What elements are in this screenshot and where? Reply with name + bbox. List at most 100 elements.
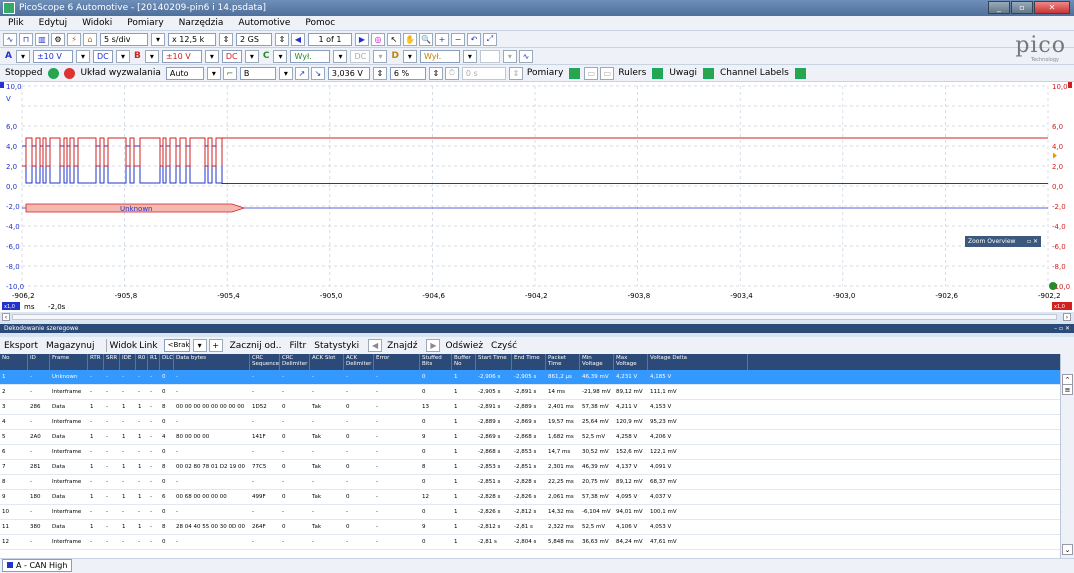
zoom-overview-close-icon[interactable]: ▫ ✕ [1027,236,1038,247]
column-header[interactable]: RTR [88,354,104,370]
channel-c-range[interactable]: Wył. [290,49,331,63]
scroll-track[interactable] [12,314,1057,320]
zoom-in-icon[interactable]: + [435,32,449,46]
decoder-table[interactable]: No ID Frame RTR SRR IDE R0 R1 DLC Data bytes CRC S… [0,354,1060,558]
zoom-out-icon[interactable]: − [451,32,465,46]
decoder-panel-controls-icon[interactable]: – ▫ ✕ [1054,324,1070,333]
column-header[interactable]: End Time [512,354,546,370]
probe-icon[interactable]: ⚡ [67,32,81,46]
widok-button[interactable]: Widok [110,341,138,351]
channel-labels-icon[interactable] [794,67,806,79]
scroll-down-icon[interactable]: ⌄ [1062,544,1073,555]
znajdz-button[interactable]: Znajdź [387,341,417,351]
statystyki-button[interactable]: Statystyki [314,341,359,351]
collection-select[interactable]: 2 GS [236,32,272,46]
column-header[interactable]: Stuffed Bits [420,354,452,370]
scope-horizontal-scrollbar[interactable]: ‹ › [0,312,1074,322]
czysc-button[interactable]: Czyść [491,341,517,351]
column-header[interactable]: Voltage Delta [648,354,748,370]
channel-tab-can-high[interactable]: A - CAN High [2,559,73,572]
channel-c-range-dropdown[interactable]: ▾ [333,49,348,63]
table-row[interactable]: 12 - Interframe - - - - - 0 - - - - - - 0 1 -2,81 s -2,804… [0,535,1060,550]
zoom-tool-icon[interactable]: 🔍 [419,32,433,46]
column-header[interactable]: R0 [136,354,148,370]
settings-icon[interactable]: ⚙ [51,32,65,46]
scroll-left-icon[interactable]: ‹ [2,313,10,321]
scope-graph[interactable]: 10,0 V 6,0 4,0 2,0 0,0 -2,0 -4,0 -6,0 -8,0 -10,0 10… [0,82,1074,312]
magazynuj-button[interactable]: Magazynuj [46,341,94,351]
channel-d-options-icon[interactable]: ▾ [402,49,417,63]
column-header[interactable]: SRR [104,354,120,370]
uwagi-label[interactable]: Uwagi [669,68,697,78]
timebase-dropdown-icon[interactable]: ▾ [151,32,165,46]
filtr-button[interactable]: Filtr [289,341,306,351]
stop-icon[interactable] [64,67,76,79]
math-channel-icon[interactable]: ∿ [518,49,533,63]
column-header[interactable]: Max Voltage [614,354,648,370]
table-row[interactable]: 8 - Interframe - - - - - 0 - - - - - - 0 1 -2,851 s -2,828… [0,475,1060,490]
start-icon[interactable] [48,67,60,79]
collection-stepper[interactable]: ⇕ [275,32,289,46]
zacznij-od-button[interactable]: Zacznij od.. [230,341,282,351]
scroll-thumb[interactable]: ≡ [1062,384,1073,395]
find-previous-icon[interactable]: ◀ [368,339,383,352]
menu-narzedzia[interactable]: Narzędzia [179,18,224,28]
column-header[interactable]: Buffer No [452,354,476,370]
rulers-icon[interactable] [652,67,664,79]
minimize-button[interactable]: _ [988,1,1010,14]
menu-plik[interactable]: Plik [8,18,24,28]
channel-b-coupling[interactable]: DC [221,49,242,63]
menu-edytuj[interactable]: Edytuj [39,18,67,28]
channel-a-coupling[interactable]: DC [92,49,113,63]
table-row[interactable]: 4 - Interframe - - - - - 0 - - - - - - 0 1 -2,889 s -2,869… [0,415,1060,430]
channel-d-range-dropdown[interactable]: ▾ [462,49,477,63]
column-header[interactable]: DLC [160,354,174,370]
channel-a-options-icon[interactable]: ▾ [15,49,30,63]
table-row[interactable]: 2 - Interframe - - - - - 0 - - - - - - 0 1 -2,905 s -2,891… [0,385,1060,400]
pointer-tool-icon[interactable]: ↖ [387,32,401,46]
table-row[interactable]: 7 281 Data 1 - 1 1 - 8 00 02 80 78 01 D2 19 00 77C… [0,460,1060,475]
column-header[interactable]: Error [374,354,420,370]
channel-b-options-icon[interactable]: ▾ [144,49,159,63]
spectrum-mode-icon[interactable]: ▥ [35,32,49,46]
trigger-source-select[interactable]: B [239,66,276,80]
add-link-icon[interactable]: + [208,339,223,352]
column-header[interactable]: Data bytes [174,354,250,370]
maximize-button[interactable]: ▫ [1011,1,1033,14]
channel-b-range[interactable]: ±10 V [161,49,202,63]
channel-b-range-dropdown[interactable]: ▾ [204,49,219,63]
first-buffer-icon[interactable]: ◀ [291,32,305,46]
channel-d-range[interactable]: Wył. [419,49,460,63]
falling-edge-icon[interactable]: ↘ [310,66,325,80]
column-header[interactable]: ACK Slot [310,354,344,370]
table-row[interactable]: 3 286 Data 1 - 1 1 - 8 00 00 00 00 00 00 00 00 1D5… [0,400,1060,415]
add-measurement-icon[interactable] [569,67,581,79]
table-row[interactable]: 1 - Unknown - - - - - 0 - - - - - - 0 1 -2,906 s -2,905 s 8… [0,370,1060,385]
odswiez-button[interactable]: Odśwież [445,341,483,351]
notes-icon[interactable] [703,67,714,79]
channel-a-range-dropdown[interactable]: ▾ [75,49,90,63]
find-next-icon[interactable]: ▶ [426,339,441,352]
link-select[interactable]: <Brak> [163,339,190,352]
home-icon[interactable]: ⌂ [83,32,97,46]
column-header[interactable]: R1 [148,354,160,370]
decoder-vertical-scrollbar[interactable]: ⌃ ≡ ⌄ [1060,354,1074,558]
timebase-select[interactable]: 5 s/div [100,32,148,46]
column-header[interactable]: No [0,354,28,370]
channel-b-coupling-dropdown[interactable]: ▾ [244,49,259,63]
rulers-label[interactable]: Rulers [618,68,646,78]
table-row[interactable]: 10 - Interframe - - - - - 0 - - - - - - 0 1 -2,826 s -2,81… [0,505,1060,520]
rising-edge-icon[interactable]: ↗ [294,66,309,80]
channel-a-coupling-dropdown[interactable]: ▾ [115,49,130,63]
buffer-navigator[interactable]: 1 of 1 [308,32,352,46]
scope-view[interactable]: 10,0 V 6,0 4,0 2,0 0,0 -2,0 -4,0 -6,0 -8,0 -10,0 10… [0,82,1074,312]
column-header[interactable]: Frame [50,354,88,370]
channel-a-range[interactable]: ±10 V [32,49,73,63]
scope-mode-icon[interactable]: ∿ [3,32,17,46]
table-row[interactable]: 9 180 Data 1 - 1 1 - 6 00 68 00 00 00 00 499F 0 Tak 0… [0,490,1060,505]
column-header[interactable]: CRC Delimiter [280,354,310,370]
column-header[interactable]: ID [28,354,50,370]
zoom-overview-panel[interactable]: Zoom Overview ▫ ✕ [965,236,1041,247]
next-buffer-icon[interactable]: ▶ [355,32,369,46]
menu-pomiary[interactable]: Pomiary [127,18,163,28]
